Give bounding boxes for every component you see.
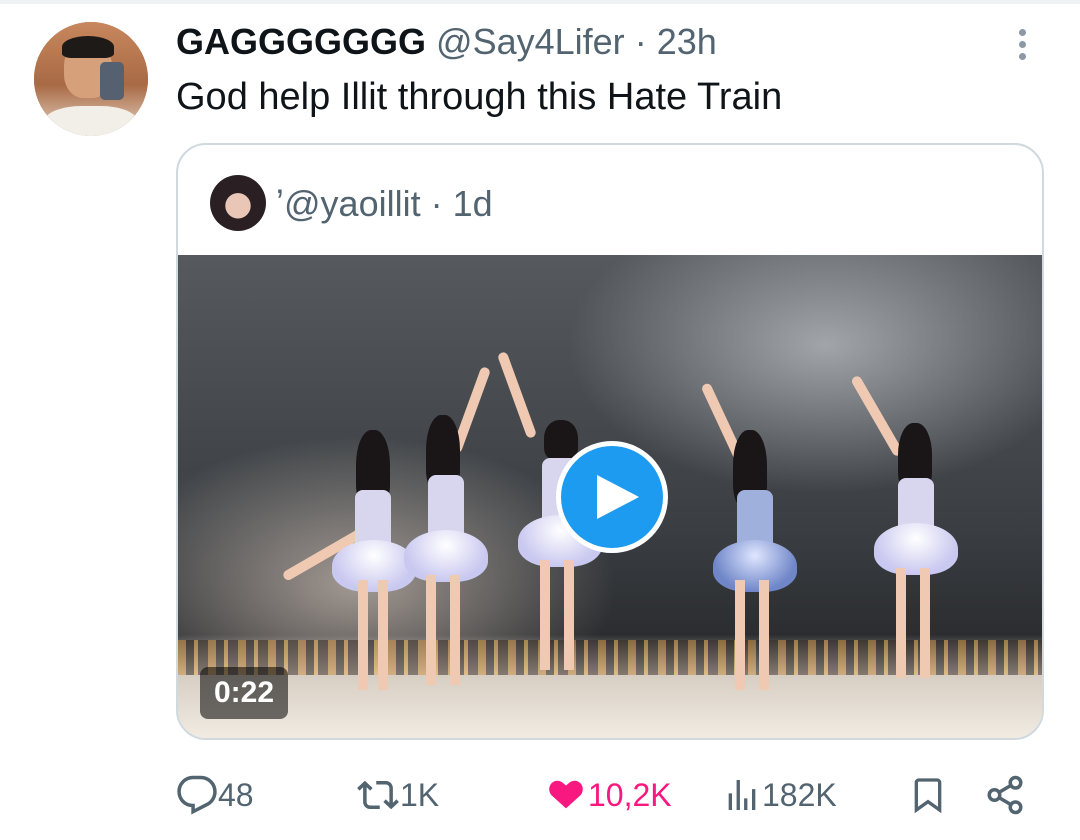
- repost-button[interactable]: 1K: [356, 770, 439, 820]
- crowd-lights: [178, 640, 1042, 680]
- views-count: 182K: [762, 776, 837, 813]
- quoted-author-handle[interactable]: @yaoillit: [284, 183, 421, 224]
- quoted-separator: ·: [430, 183, 443, 224]
- views-icon: [728, 780, 756, 810]
- top-divider: [0, 0, 1080, 4]
- quoted-tweet[interactable]: ʼ@yaoillit · 1d 0:22: [176, 143, 1044, 740]
- author-handle[interactable]: @Say4Lifer: [436, 21, 625, 62]
- tweet-header: GAGGGGGGG @Say4Lifer · 23h: [176, 21, 717, 63]
- tweet-time[interactable]: 23h: [657, 21, 717, 62]
- video-duration: 0:22: [200, 667, 289, 719]
- reply-button[interactable]: 48: [176, 770, 254, 820]
- repost-count: 1K: [400, 776, 440, 813]
- avatar-shirt: [44, 106, 138, 136]
- share-icon: [987, 775, 1023, 815]
- views-button[interactable]: 182K: [722, 770, 837, 820]
- heart-icon: [549, 780, 583, 809]
- bookmark-icon: [914, 778, 942, 814]
- video-player[interactable]: 0:22: [178, 255, 1042, 738]
- avatar-hair: [62, 36, 114, 58]
- tweet-text: God help Illit through this Hate Train: [176, 76, 783, 118]
- reply-icon: [177, 775, 217, 815]
- author-avatar[interactable]: [34, 22, 148, 136]
- quoted-name-prefix: ʼ: [276, 183, 284, 224]
- play-icon: [597, 475, 639, 519]
- repost-icon: [357, 780, 399, 810]
- bookmark-button[interactable]: [908, 770, 948, 820]
- share-button[interactable]: [984, 770, 1026, 820]
- quoted-author-avatar[interactable]: [210, 175, 266, 231]
- like-button[interactable]: 10,2K: [544, 770, 672, 820]
- quoted-header: ʼ@yaoillit · 1d: [276, 183, 493, 225]
- more-icon[interactable]: [1010, 26, 1034, 66]
- avatar-phone: [100, 62, 124, 100]
- action-bar: 48 1K 10,2K 182K: [0, 770, 1080, 820]
- like-count: 10,2K: [588, 776, 672, 813]
- quoted-time[interactable]: 1d: [453, 183, 493, 224]
- play-button[interactable]: [556, 441, 668, 553]
- header-separator: ·: [634, 21, 647, 62]
- author-display-name[interactable]: GAGGGGGGG: [176, 21, 426, 62]
- stage-floor: [178, 675, 1042, 738]
- reply-count: 48: [218, 776, 254, 813]
